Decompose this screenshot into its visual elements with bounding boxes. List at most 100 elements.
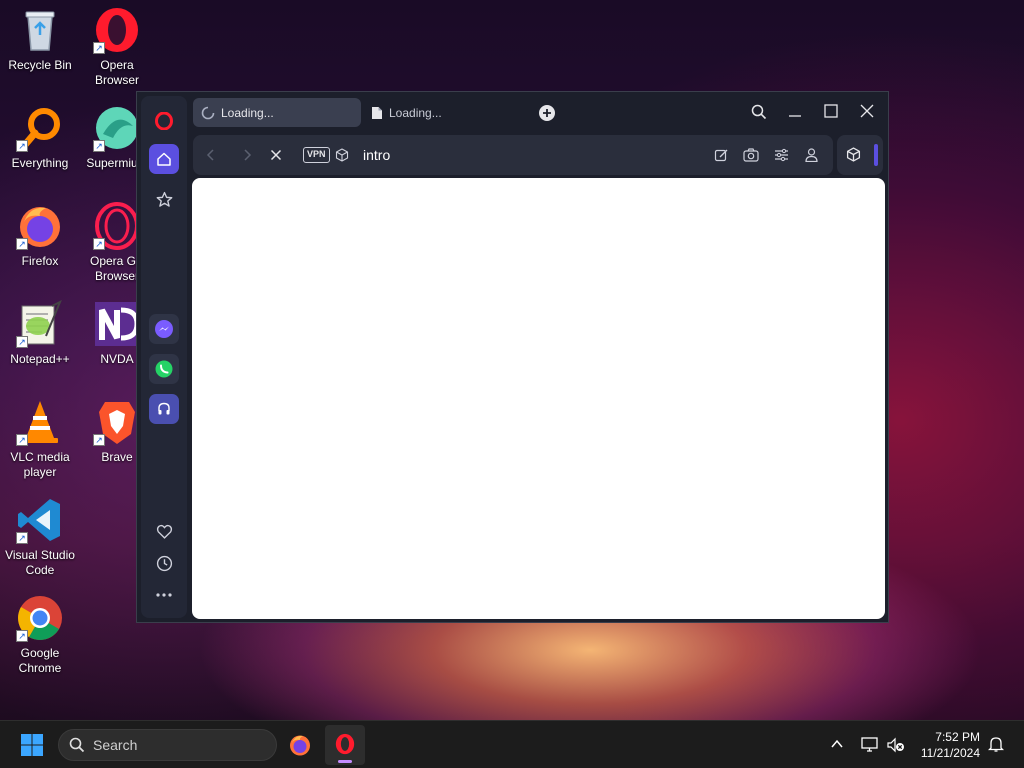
chevron-up-icon: [831, 739, 843, 748]
shortcut-arrow-icon: ↗: [93, 140, 105, 152]
notifications-button[interactable]: [987, 735, 1006, 755]
start-button[interactable]: [20, 733, 44, 757]
heart-icon[interactable]: [149, 516, 179, 546]
minimize-icon: [789, 115, 801, 117]
desktop-icon-everything[interactable]: ↗ Everything: [0, 104, 80, 171]
user-icon: [804, 148, 818, 162]
page-content[interactable]: [192, 178, 885, 619]
site-info-icon[interactable]: [334, 147, 350, 163]
edit-icon: [714, 149, 727, 161]
desktop-icon-notepad-plus-plus[interactable]: ↗ Notepad++: [0, 299, 80, 367]
desktop-icon-recycle-bin[interactable]: Recycle Bin: [0, 6, 80, 73]
tab-inactive[interactable]: Loading...: [363, 98, 528, 127]
music-icon[interactable]: [149, 394, 179, 424]
tab-title: Loading...: [389, 105, 442, 120]
desktop-icon-label: Everything: [11, 156, 69, 170]
volume-button[interactable]: [886, 735, 906, 755]
plus-icon: [543, 109, 551, 117]
easy-setup-button[interactable]: [773, 147, 789, 163]
desktop-icon-vlc[interactable]: ↗ VLC media player: [0, 398, 80, 480]
desktop-icon-firefox[interactable]: ↗ Firefox: [0, 202, 80, 269]
windows-logo-icon: [21, 734, 43, 756]
desktop-icon-label: Google Chrome: [18, 646, 62, 675]
desktop-icon-vscode[interactable]: ↗ Visual Studio Code: [0, 496, 80, 578]
back-arrow-icon: [206, 149, 214, 161]
close-icon: [270, 149, 282, 161]
desktop-icon-opera-browser[interactable]: ↗ Opera Browser: [77, 6, 157, 88]
profile-button[interactable]: [803, 147, 819, 163]
notepad-plus-plus-icon: ↗: [16, 299, 64, 348]
url-field[interactable]: intro: [363, 147, 390, 163]
opera-logo-icon[interactable]: [149, 106, 179, 136]
opera-icon: [335, 733, 355, 755]
messenger-icon[interactable]: [149, 314, 179, 344]
volume-muted-icon: [887, 737, 904, 753]
active-indicator: [338, 760, 352, 763]
taskbar-search[interactable]: Search: [58, 729, 277, 761]
extensions-area: [837, 135, 883, 175]
desktop-icon-label: Recycle Bin: [8, 58, 72, 72]
shortcut-arrow-icon: ↗: [16, 140, 28, 152]
opera-gx-icon: ↗: [93, 202, 141, 250]
taskbar-firefox[interactable]: [288, 733, 312, 757]
desktop-icon-label: Firefox: [21, 254, 59, 268]
browser-sidebar: [141, 96, 187, 618]
edit-button[interactable]: [713, 147, 729, 163]
bell-icon: [987, 737, 1005, 752]
star-icon[interactable]: [149, 184, 179, 214]
shortcut-arrow-icon: ↗: [16, 532, 28, 544]
close-button[interactable]: [860, 104, 878, 122]
search-icon: [69, 737, 85, 753]
vpn-badge[interactable]: VPN: [303, 147, 330, 163]
document-icon: [372, 106, 382, 119]
history-icon[interactable]: [149, 548, 179, 578]
taskbar-opera[interactable]: [325, 725, 365, 765]
shortcut-arrow-icon: ↗: [93, 434, 105, 446]
nvda-icon: [93, 300, 141, 348]
shortcut-arrow-icon: ↗: [16, 336, 28, 348]
tab-active[interactable]: Loading...: [193, 98, 361, 127]
stop-loading-button[interactable]: [268, 147, 284, 163]
home-icon[interactable]: [149, 144, 179, 174]
forward-button[interactable]: [239, 147, 255, 163]
network-button[interactable]: [860, 735, 880, 755]
close-icon: [860, 104, 874, 118]
clock-time: 7:52 PM: [935, 730, 980, 744]
back-button[interactable]: [203, 147, 219, 163]
shortcut-arrow-icon: ↗: [16, 238, 28, 250]
desktop-icon-label: Opera Browser: [94, 58, 139, 87]
desktop-icon-google-chrome[interactable]: ↗ Google Chrome: [0, 594, 80, 676]
new-tab-button[interactable]: [539, 105, 555, 121]
search-tabs-button[interactable]: [751, 104, 769, 122]
taskbar: Search 7:52 PM 11/21/2024: [0, 720, 1024, 768]
address-toolbar: VPN intro: [193, 135, 833, 175]
vscode-icon: ↗: [16, 496, 64, 544]
shortcut-arrow-icon: ↗: [16, 630, 28, 642]
clock[interactable]: 7:52 PM 11/21/2024: [921, 729, 980, 761]
search-placeholder: Search: [93, 737, 138, 753]
network-icon: [861, 737, 878, 752]
desktop-icon-label: VLC media player: [10, 450, 70, 479]
minimize-button[interactable]: [788, 104, 806, 122]
recycle-bin-icon: [16, 6, 64, 54]
extensions-button[interactable]: [846, 147, 862, 163]
loading-spinner-icon: [201, 106, 215, 119]
tab-title: Loading...: [221, 105, 274, 120]
shortcut-arrow-icon: ↗: [93, 42, 105, 54]
show-hidden-icons-button[interactable]: [830, 737, 846, 753]
shortcut-arrow-icon: ↗: [93, 238, 105, 250]
vlc-icon: ↗: [16, 398, 64, 446]
sidebar-indicator: [874, 144, 878, 166]
whatsapp-icon[interactable]: [149, 354, 179, 384]
tab-bar: Loading... Loading...: [193, 98, 882, 128]
maximize-button[interactable]: [824, 104, 842, 122]
chrome-icon: ↗: [16, 594, 64, 642]
desktop-icon-label: Notepad++: [10, 352, 70, 366]
browser-window: Loading... Loading... VPN intro: [136, 91, 889, 623]
snapshot-button[interactable]: [743, 147, 759, 163]
brave-icon: ↗: [93, 398, 141, 446]
more-icon[interactable]: [149, 580, 179, 610]
firefox-icon: [290, 735, 310, 756]
firefox-icon: ↗: [16, 202, 64, 250]
opera-icon: ↗: [93, 6, 141, 54]
